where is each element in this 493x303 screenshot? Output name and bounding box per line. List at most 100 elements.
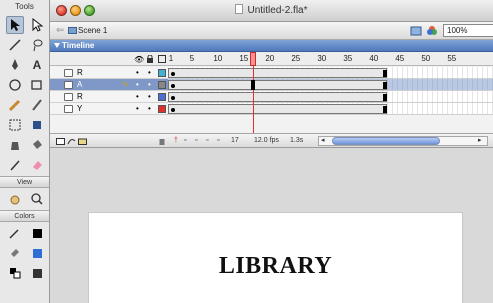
layer-name[interactable]: R [77,91,83,103]
pen-tool-icon[interactable] [6,56,24,74]
lock-icon[interactable] [146,55,154,63]
view-section-label: View [0,176,49,188]
lock-dot[interactable]: • [148,67,151,79]
scroll-left-icon[interactable]: ◂ [321,134,325,148]
layer-name-cell[interactable]: R • • [50,91,168,103]
layer-frames[interactable] [168,91,493,103]
elapsed-time: 1.3s [290,137,304,144]
scene-label[interactable]: Scene 1 [78,26,107,35]
layer-frames[interactable] [168,103,493,115]
end-keyframe[interactable] [383,94,387,101]
stage-text[interactable]: LIBRARY [89,253,462,280]
end-keyframe[interactable] [383,70,387,77]
fill-swatch-icon[interactable] [28,244,46,262]
ink-bottle-tool-icon[interactable] [6,136,24,154]
lock-dot[interactable]: • [148,103,151,115]
edit-multiple-frames-icon[interactable]: ▫ [206,134,208,148]
start-keyframe[interactable] [171,72,175,76]
line-tool-icon[interactable] [6,36,24,54]
frame-span[interactable] [168,92,387,102]
outline-color-swatch[interactable] [158,93,166,101]
visibility-dot[interactable]: • [136,67,139,79]
title-bar: Untitled-2.fla* [50,0,493,22]
brush-tool-icon[interactable] [28,96,46,114]
visibility-dot[interactable]: • [136,103,139,115]
insert-layer-icon[interactable] [56,137,65,145]
layer-name-cell[interactable]: Y • • [50,103,168,115]
layer-name-cell[interactable]: A ✎ • • [50,79,168,91]
frame-span[interactable] [168,104,387,114]
layer-name[interactable]: Y [77,103,82,115]
oval-tool-icon[interactable] [6,76,24,94]
text-tool-icon[interactable]: A [28,56,46,74]
add-motion-guide-icon[interactable] [67,137,76,145]
outline-color-swatch[interactable] [158,105,166,113]
stage[interactable]: LIBRARY [88,212,463,303]
layer-frames[interactable] [168,79,493,91]
modify-onion-markers-icon[interactable]: ▫ [217,134,219,148]
start-keyframe[interactable] [171,108,175,112]
layer-name[interactable]: A [77,79,82,91]
eraser-tool-icon[interactable] [28,156,46,174]
frame-number-label: 1 [168,54,174,63]
swap-colors-icon[interactable] [28,264,46,282]
playhead-marker[interactable] [250,52,257,66]
edit-scene-icon[interactable] [410,24,423,37]
scroll-thumb[interactable] [332,137,440,145]
frame-number-label: 35 [343,54,353,63]
start-keyframe[interactable] [171,84,175,88]
subselection-tool-icon[interactable] [28,16,46,34]
rectangle-tool-icon[interactable] [28,76,46,94]
frame-rate[interactable]: 12.0 fps [254,134,279,148]
start-keyframe[interactable] [171,96,175,100]
center-frame-icon[interactable]: † [174,134,178,148]
scene-bar: ⇐ Scene 1 100% [50,22,493,40]
free-transform-tool-icon[interactable] [6,116,24,134]
layer-row[interactable]: R • • [50,67,493,79]
stroke-color-icon[interactable] [6,224,24,242]
frame-ruler[interactable]: 👁 1 5 10 15 20 25 30 35 40 45 50 55 [50,52,493,66]
frame-number-label: 15 [239,54,249,63]
frame-span[interactable] [168,68,387,78]
edit-symbols-icon[interactable] [426,24,439,37]
lock-dot[interactable]: • [148,79,151,91]
tools-title: Tools [15,2,34,11]
insert-folder-icon[interactable] [78,137,87,145]
outline-color-swatch[interactable] [158,69,166,77]
layer-name-cell[interactable]: R • • [50,67,168,79]
outline-icon[interactable] [158,55,166,63]
keyframe-marker[interactable] [251,80,256,90]
zoom-field[interactable]: 100% [443,24,493,37]
lasso-tool-icon[interactable] [28,36,46,54]
timeline-header[interactable]: Timeline [50,40,493,52]
onion-outline-icon[interactable]: ▫ [195,134,197,148]
frame-span[interactable] [168,80,387,90]
layer-row[interactable]: Y • • [50,103,493,115]
default-colors-icon[interactable] [6,264,24,282]
end-keyframe[interactable] [383,82,387,89]
layer-row[interactable]: R • • [50,91,493,103]
back-arrow-icon[interactable]: ⇐ [56,25,64,36]
zoom-tool-icon[interactable] [28,190,46,208]
scroll-right-icon[interactable]: ▸ [478,134,482,148]
paint-bucket-tool-icon[interactable] [28,136,46,154]
visibility-dot[interactable]: • [136,79,139,91]
end-keyframe[interactable] [383,106,387,113]
pencil-tool-icon[interactable] [6,96,24,114]
outline-color-swatch[interactable] [158,81,166,89]
layer-row[interactable]: A ✎ • • [50,79,493,91]
layer-frames[interactable] [168,67,493,79]
delete-layer-icon[interactable] [158,137,166,145]
stroke-swatch-icon[interactable] [28,224,46,242]
lock-dot[interactable]: • [148,91,151,103]
onion-skin-icon[interactable]: ▫ [184,134,186,148]
hand-tool-icon[interactable] [6,190,24,208]
fill-color-icon[interactable] [6,244,24,262]
layer-name[interactable]: R [77,67,83,79]
visibility-dot[interactable]: • [136,91,139,103]
eye-icon[interactable]: 👁 [134,55,144,64]
fill-transform-tool-icon[interactable] [28,116,46,134]
eyedropper-tool-icon[interactable] [6,156,24,174]
selection-tool-icon[interactable] [6,16,24,34]
collapse-triangle-icon[interactable] [54,43,60,48]
